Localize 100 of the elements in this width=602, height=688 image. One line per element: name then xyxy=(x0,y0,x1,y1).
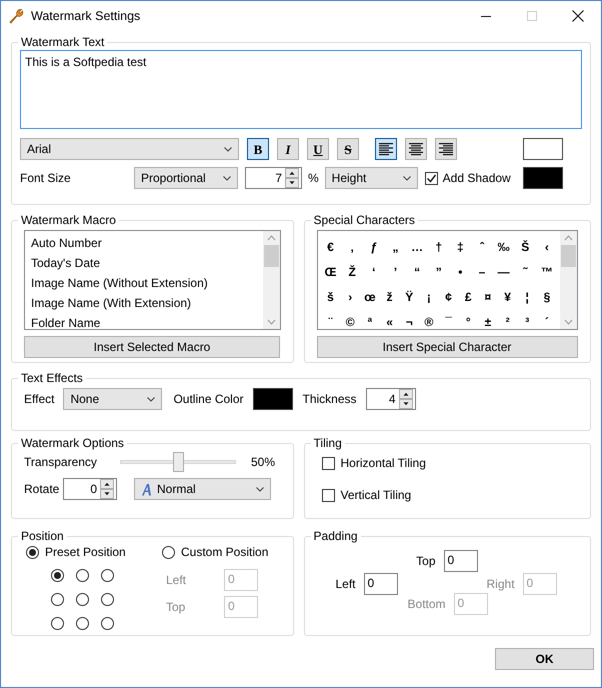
radio-button[interactable] xyxy=(101,617,114,630)
character-cell[interactable]: – xyxy=(473,262,491,281)
checkbox[interactable] xyxy=(322,488,335,502)
radio-button[interactable] xyxy=(76,569,89,582)
character-cell[interactable]: ’ xyxy=(386,262,404,281)
character-cell[interactable]: Ž xyxy=(343,262,362,281)
thickness-spinner[interactable]: 4 xyxy=(366,388,416,410)
character-cell[interactable]: ± xyxy=(478,312,497,330)
character-cell[interactable]: ™ xyxy=(538,262,556,281)
character-cell[interactable]: ¥ xyxy=(498,288,517,306)
transparency-slider[interactable] xyxy=(120,452,236,472)
character-cell[interactable]: … xyxy=(408,238,426,256)
insert-character-button[interactable]: Insert Special Character xyxy=(316,336,578,358)
character-cell[interactable]: Ÿ xyxy=(400,288,418,306)
insert-macro-button[interactable]: Insert Selected Macro xyxy=(24,336,280,358)
character-cell[interactable]: ® xyxy=(420,312,438,330)
character-cell[interactable]: © xyxy=(341,312,360,330)
scrollbar[interactable] xyxy=(560,231,577,330)
size-basis-dropdown[interactable]: Height xyxy=(324,167,418,190)
character-cell[interactable]: ¤ xyxy=(478,288,497,306)
character-cell[interactable]: ª xyxy=(360,312,379,330)
character-cell[interactable]: › xyxy=(341,288,360,306)
size-spinner[interactable]: 7 xyxy=(245,167,302,190)
style-dropdown[interactable]: Normal xyxy=(134,478,271,500)
radio-button[interactable] xyxy=(51,569,64,582)
scrollbar[interactable] xyxy=(262,231,280,330)
checkbox[interactable] xyxy=(322,456,335,470)
character-cell[interactable]: ‡ xyxy=(451,238,470,256)
color-swatch[interactable] xyxy=(523,138,563,160)
character-cell[interactable]: œ xyxy=(360,288,379,306)
character-cell[interactable]: § xyxy=(538,288,556,306)
radio-button[interactable] xyxy=(76,617,89,630)
character-cell[interactable]: ¨ xyxy=(322,312,340,330)
character-cell[interactable]: ¢ xyxy=(440,288,458,306)
checkbox-label: Vertical Tiling xyxy=(340,487,412,504)
character-cell[interactable]: ¯ xyxy=(440,312,458,330)
character-cell[interactable]: ´ xyxy=(538,312,556,330)
text-field[interactable]: 0 xyxy=(444,550,478,572)
ok-button[interactable]: OK xyxy=(495,648,594,670)
slider-thumb[interactable] xyxy=(173,452,184,472)
align-center-button[interactable] xyxy=(405,138,427,160)
macro-list[interactable]: Auto Number Today's Date Image Name (Without Extension) Image Name (With Extension) Folder Name xyxy=(24,230,281,330)
color-swatch[interactable] xyxy=(252,388,292,410)
list-item[interactable]: Auto Number xyxy=(31,234,257,254)
scrollbar-thumb[interactable] xyxy=(264,245,279,268)
field-label: Outline Color xyxy=(173,391,244,408)
character-cell[interactable]: ¦ xyxy=(518,288,536,306)
text-input[interactable]: This is a Softpedia test xyxy=(20,50,582,130)
character-cell[interactable]: £ xyxy=(459,288,478,306)
radio-button[interactable] xyxy=(26,546,39,559)
list-item[interactable]: Folder Name xyxy=(31,314,257,330)
align-left-button[interactable] xyxy=(375,138,397,160)
radio-button[interactable] xyxy=(101,593,114,606)
character-cell[interactable]: ‘ xyxy=(364,262,383,281)
character-cell[interactable]: ˜ xyxy=(516,262,534,281)
character-cell[interactable]: ¡ xyxy=(420,288,438,306)
character-cell[interactable]: ‰ xyxy=(494,238,513,256)
bold-button[interactable]: B xyxy=(247,138,269,160)
character-cell[interactable]: „ xyxy=(386,238,404,256)
character-cell[interactable]: ” xyxy=(430,262,448,281)
character-cell[interactable]: € xyxy=(322,238,340,256)
text-field[interactable]: 0 xyxy=(364,573,398,596)
character-cell[interactable]: † xyxy=(430,238,448,256)
character-cell[interactable]: ‹ xyxy=(538,238,556,256)
character-cell[interactable]: ƒ xyxy=(364,238,383,256)
strikethrough-button[interactable]: S xyxy=(337,138,359,160)
list-item[interactable]: Image Name (With Extension) xyxy=(31,294,257,314)
checkbox[interactable] xyxy=(424,172,438,185)
radio-button[interactable] xyxy=(76,593,89,606)
character-cell[interactable]: ž xyxy=(380,288,399,306)
color-swatch[interactable] xyxy=(523,167,563,190)
character-cell[interactable]: • xyxy=(451,262,470,281)
scrollbar-thumb[interactable] xyxy=(561,245,576,268)
radio-button[interactable] xyxy=(162,546,175,559)
character-cell[interactable]: ³ xyxy=(518,312,536,330)
character-cell[interactable]: — xyxy=(494,262,513,281)
character-cell[interactable]: š xyxy=(322,288,340,306)
character-cell[interactable]: ‚ xyxy=(343,238,362,256)
size-mode-dropdown[interactable]: Proportional xyxy=(134,167,238,190)
underline-button[interactable]: U xyxy=(307,138,329,160)
group-title: Watermark Macro xyxy=(20,213,117,228)
rotate-spinner[interactable]: 0 xyxy=(63,478,117,500)
align-right-button[interactable] xyxy=(435,138,457,160)
radio-button[interactable] xyxy=(51,593,64,606)
character-cell[interactable]: Š xyxy=(516,238,534,256)
effect-dropdown[interactable]: None xyxy=(63,388,162,410)
radio-button[interactable] xyxy=(51,617,64,630)
character-cell[interactable]: “ xyxy=(408,262,426,281)
list-item[interactable]: Image Name (Without Extension) xyxy=(31,274,257,294)
character-cell[interactable]: ˆ xyxy=(473,238,491,256)
character-cell[interactable]: ¬ xyxy=(400,312,418,330)
character-cell[interactable]: ° xyxy=(459,312,478,330)
list-item[interactable]: Today's Date xyxy=(31,254,257,274)
character-cell[interactable]: Œ xyxy=(322,262,340,281)
radio-button[interactable] xyxy=(101,569,114,582)
character-cell[interactable]: ² xyxy=(498,312,517,330)
character-cell[interactable]: « xyxy=(380,312,399,330)
italic-button[interactable]: I xyxy=(277,138,299,160)
character-grid[interactable]: € ‚ ƒ „ … † ‡ ˆ ‰ Š ‹ Œ Ž ‘ ’ “ ” • – — ˜ ™ š › œ ž Ÿ ¡ ¢ £ ¤ ¥ ¦ § ¨ © ª « ¬ ® ¯ ° ± ² ³ ´ xyxy=(316,230,578,330)
font-dropdown[interactable]: Arial xyxy=(20,138,239,160)
